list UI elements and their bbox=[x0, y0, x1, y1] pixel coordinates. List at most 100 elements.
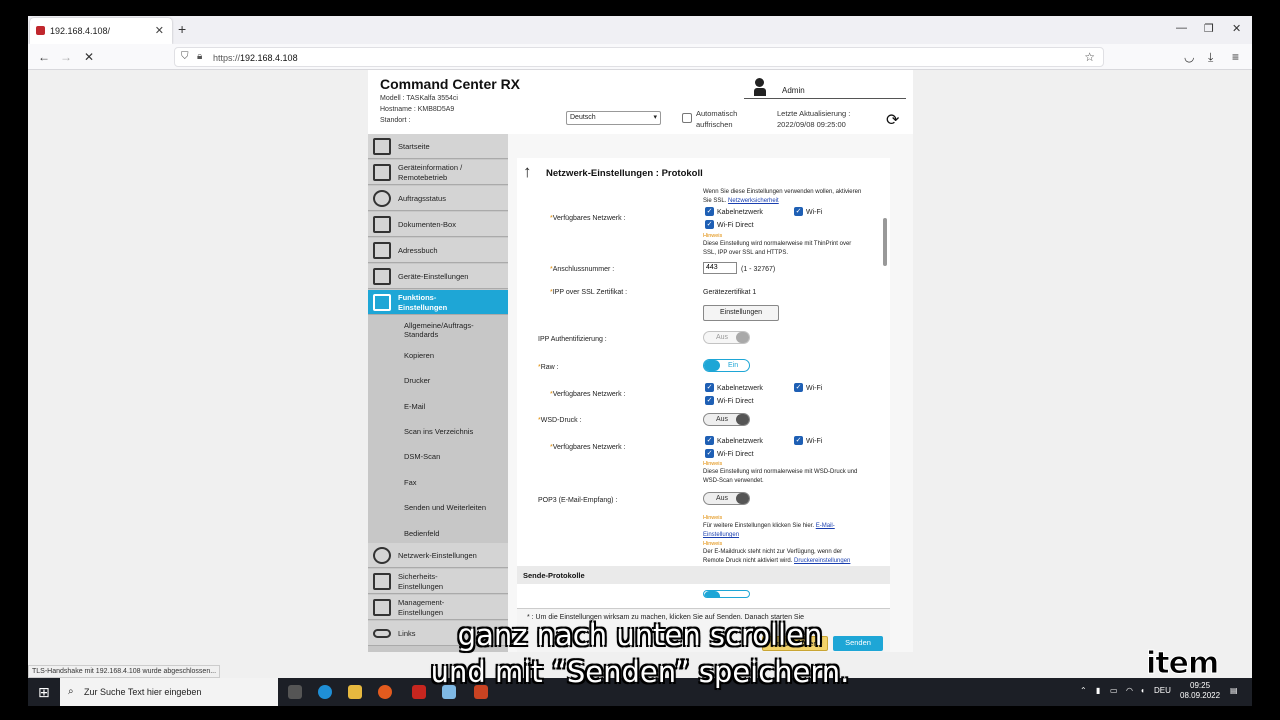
browser-tab-bar: 192.168.4.108/ ✕ + — ❐ ✕ bbox=[28, 16, 1252, 44]
wsd-wifi-direct-checkbox[interactable]: ✓ bbox=[705, 449, 714, 458]
raw-wired-checkbox[interactable]: ✓ bbox=[705, 383, 714, 392]
arrow-up-icon[interactable]: ↑ bbox=[523, 162, 532, 182]
url-host: 192.168.4.108 bbox=[240, 53, 298, 63]
subitem-dsm-scan[interactable]: DSM-Scan bbox=[404, 452, 440, 461]
pocket-icon[interactable]: ◡ bbox=[1184, 50, 1194, 64]
raw-wifi-checkbox[interactable]: ✓ bbox=[794, 383, 803, 392]
sidebar-item-sicherheits-einstellungen[interactable]: Sicherheits- Einstellungen bbox=[368, 569, 508, 594]
pop3-toggle[interactable]: Aus bbox=[703, 492, 750, 505]
subitem-allgemeine[interactable]: Allgemeine/Auftrags- Standards bbox=[404, 321, 474, 339]
settings-button[interactable]: Einstellungen bbox=[703, 305, 779, 321]
port-input[interactable]: 443 bbox=[703, 262, 737, 274]
sidebar-item-funktions-einstellungen[interactable]: Funktions- Einstellungen bbox=[368, 290, 508, 315]
sidebar-item-netzwerk-einstellungen[interactable]: Netzwerk-Einstellungen bbox=[368, 543, 508, 568]
url-text: https://192.168.4.108 bbox=[213, 53, 298, 63]
raw-wifi-label: Wi-Fi bbox=[806, 385, 823, 392]
info-icon bbox=[373, 164, 391, 181]
sidebar-label: Dokumenten-Box bbox=[398, 220, 456, 229]
wsd-wifi-checkbox[interactable]: ✓ bbox=[794, 436, 803, 445]
network-security-link[interactable]: Netzwerksicherheit bbox=[728, 198, 779, 204]
shield-icon[interactable]: ⛉ bbox=[181, 51, 189, 62]
last-update: Letzte Aktualisierung : 2022/09/08 09:25:… bbox=[777, 108, 850, 130]
sidebar-label: Geräteinformation / Remotebetrieb bbox=[398, 163, 463, 182]
email-settings-link[interactable]: E-Mail- bbox=[816, 523, 835, 529]
menu-icon[interactable]: ≡ bbox=[1232, 50, 1239, 64]
subitem-senden-weiterleiten[interactable]: Senden und Weiterleiten bbox=[404, 503, 486, 512]
stop-icon[interactable]: ✕ bbox=[84, 50, 94, 64]
page-content: Command Center RX Modell : TASKalfa 3554… bbox=[28, 70, 1252, 680]
globe-icon bbox=[373, 547, 391, 564]
wifi-checkbox[interactable]: ✓ bbox=[794, 207, 803, 216]
favicon-icon bbox=[36, 26, 45, 35]
pop3-hint-label-2: Hinweis bbox=[703, 541, 723, 547]
browser-tab[interactable]: 192.168.4.108/ ✕ bbox=[30, 18, 172, 44]
address-bar[interactable]: ⛉ 🔒︎ https://192.168.4.108 ☆ bbox=[174, 47, 1104, 67]
close-tab-icon[interactable]: ✕ bbox=[155, 24, 164, 37]
model-value: TASKalfa 3554ci bbox=[406, 95, 458, 102]
subitem-fax[interactable]: Fax bbox=[404, 478, 417, 487]
desktop-screen: 192.168.4.108/ ✕ + — ❐ ✕ ← → ✕ ⛉ 🔒︎ http… bbox=[28, 16, 1252, 706]
pop3-label: POP3 (E-Mail-Empfang) : bbox=[538, 497, 618, 504]
subitem-email[interactable]: E-Mail bbox=[404, 402, 425, 411]
bookmark-star-icon[interactable]: ☆ bbox=[1084, 50, 1095, 64]
wsd-toggle[interactable]: Aus bbox=[703, 413, 750, 426]
new-tab-icon[interactable]: + bbox=[178, 21, 186, 37]
wsd-wifi-label: Wi-Fi bbox=[806, 438, 823, 445]
sidebar-item-geraete-einstellungen[interactable]: Geräte-Einstellungen bbox=[368, 264, 508, 289]
wsd-wifi-direct-label: Wi-Fi Direct bbox=[717, 451, 754, 458]
language-select[interactable]: Deutsch ▾ bbox=[566, 111, 661, 125]
sidebar-item-geraeteinformation[interactable]: Geräteinformation / Remotebetrieb bbox=[368, 160, 508, 185]
wifi-direct-checkbox[interactable]: ✓ bbox=[705, 220, 714, 229]
wsd-wired-checkbox[interactable]: ✓ bbox=[705, 436, 714, 445]
address-book-icon bbox=[373, 242, 391, 259]
restore-icon[interactable]: ❐ bbox=[1204, 22, 1214, 35]
hostname-value: KMB8D5A9 bbox=[417, 106, 455, 113]
wsd-note: Diese Einstellung wird normalerweise mit… bbox=[703, 469, 858, 484]
close-window-icon[interactable]: ✕ bbox=[1232, 22, 1241, 35]
sidebar-item-management-einstellungen[interactable]: Management- Einstellungen bbox=[368, 595, 508, 620]
raw-wifi-direct-checkbox[interactable]: ✓ bbox=[705, 396, 714, 405]
sidebar-label: Geräte-Einstellungen bbox=[398, 272, 469, 281]
refresh-icon[interactable]: ⟳ bbox=[886, 110, 899, 130]
page-title: Netzwerk-Einstellungen : Protokoll bbox=[546, 168, 703, 179]
raw-toggle[interactable]: Ein bbox=[703, 359, 750, 372]
sidebar-item-startseite[interactable]: Startseite bbox=[368, 134, 508, 159]
subitem-drucker[interactable]: Drucker bbox=[404, 376, 430, 385]
minimize-icon[interactable]: — bbox=[1176, 22, 1187, 34]
hostname-line: Hostname : KMB8D5A9 bbox=[380, 106, 454, 113]
brand-title: Command Center RX bbox=[380, 76, 521, 92]
ipp-auth-label: IPP Authentifizierung : bbox=[538, 336, 607, 343]
wired-checkbox[interactable]: ✓ bbox=[705, 207, 714, 216]
printer-settings-link[interactable]: Druckereinstellungen bbox=[794, 558, 850, 564]
panel-scrollbar[interactable] bbox=[883, 218, 887, 266]
browser-nav-bar: ← → ✕ ⛉ 🔒︎ https://192.168.4.108 ☆ ◡ ⤓ ≡ bbox=[28, 44, 1252, 70]
back-icon[interactable]: ← bbox=[38, 50, 50, 64]
sidebar-label: Adressbuch bbox=[398, 246, 438, 255]
url-prefix: https:// bbox=[213, 53, 241, 63]
sidebar-item-auftragsstatus[interactable]: Auftragsstatus bbox=[368, 186, 508, 211]
sidebar-item-dokumenten-box[interactable]: Dokumenten-Box bbox=[368, 212, 508, 237]
language-value: Deutsch bbox=[570, 114, 596, 121]
subitem-bedienfeld[interactable]: Bedienfeld bbox=[404, 529, 439, 538]
download-icon[interactable]: ⤓ bbox=[1208, 50, 1213, 65]
wifi-label: Wi-Fi bbox=[806, 209, 823, 216]
subitem-kopieren[interactable]: Kopieren bbox=[404, 351, 434, 360]
lock-icon[interactable]: 🔒︎ bbox=[197, 51, 202, 62]
wsd-label: *WSD-Druck : bbox=[538, 417, 582, 424]
user-name: Admin bbox=[782, 86, 805, 95]
send-protocol-toggle[interactable] bbox=[703, 590, 750, 598]
wsd-hint-label: Hinweis bbox=[703, 461, 723, 467]
wired-label: Kabelnetzwerk bbox=[717, 209, 763, 216]
command-center: Command Center RX Modell : TASKalfa 3554… bbox=[368, 70, 913, 652]
auto-refresh-checkbox[interactable] bbox=[682, 113, 692, 123]
user-icon bbox=[754, 78, 766, 96]
email-settings-link-2[interactable]: Einstellungen bbox=[703, 532, 739, 538]
subitem-scan-verzeichnis[interactable]: Scan ins Verzeichnis bbox=[404, 427, 473, 436]
ipp-auth-toggle[interactable]: Aus bbox=[703, 331, 750, 344]
location-line: Standort : bbox=[380, 117, 410, 124]
sidebar-label: Management- Einstellungen bbox=[398, 598, 445, 617]
port-label: *Anschlussnummer : bbox=[550, 266, 615, 273]
sidebar-item-adressbuch[interactable]: Adressbuch bbox=[368, 238, 508, 263]
forward-icon[interactable]: → bbox=[60, 50, 72, 64]
model-line: Modell : TASKalfa 3554ci bbox=[380, 95, 458, 102]
